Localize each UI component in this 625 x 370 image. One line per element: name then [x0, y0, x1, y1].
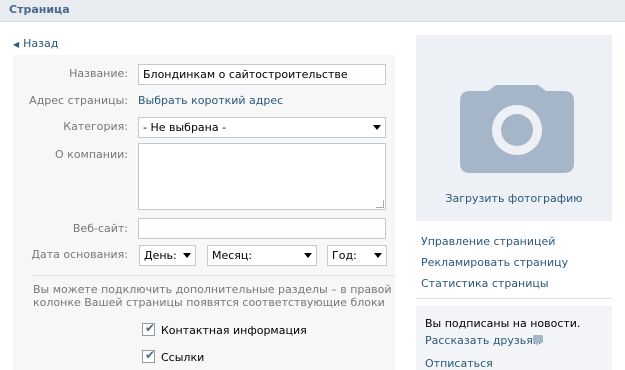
name-input-value: Блондинкам о сайтостроительстве	[143, 68, 348, 81]
month-select-value: Месяц:	[212, 249, 253, 262]
founded-label: Дата основания:	[31, 248, 128, 261]
website-input[interactable]	[138, 218, 386, 239]
photo-placeholder[interactable]: Загрузить фотографию	[416, 35, 612, 221]
contact-info-label[interactable]: Контактная информация	[161, 324, 307, 337]
choose-address-link[interactable]: Выбрать короткий адрес	[138, 94, 283, 107]
category-select-value: - Не выбрана -	[143, 121, 227, 134]
page-title: Страница	[9, 3, 70, 16]
links-label[interactable]: Ссылки	[161, 351, 204, 364]
subscription-status: Вы подписаны на новости.	[425, 317, 581, 330]
checkmark-icon: ✔	[145, 321, 156, 335]
day-select[interactable]: День:	[139, 245, 196, 266]
contact-info-checkbox[interactable]: ✔	[142, 321, 156, 336]
day-select-value: День:	[144, 249, 177, 262]
year-select[interactable]: Год:	[327, 245, 387, 266]
tell-friends-link[interactable]: Рассказать друзьям	[425, 334, 541, 347]
back-link-label: Назад	[23, 37, 59, 50]
links-checkbox[interactable]: ✔	[142, 348, 156, 363]
chevron-down-icon	[374, 253, 382, 258]
sidebar-divider	[416, 298, 612, 299]
sections-hint: Вы можете подключить дополнительные разд…	[33, 283, 392, 309]
about-label: О компании:	[55, 148, 128, 161]
page-form: Название: Блондинкам о сайтостроительств…	[13, 55, 395, 370]
upload-photo-link[interactable]: Загрузить фотографию	[416, 192, 612, 205]
form-divider	[33, 275, 395, 276]
subscription-box: Вы подписаны на новости. Рассказать друз…	[416, 306, 612, 370]
resize-handle-icon[interactable]	[376, 200, 384, 208]
category-label: Категория:	[63, 120, 128, 133]
month-select[interactable]: Месяц:	[207, 245, 317, 266]
back-link[interactable]: ◀ Назад	[13, 37, 58, 50]
manage-page-link[interactable]: Управление страницей	[421, 235, 555, 248]
chevron-down-icon	[373, 125, 381, 130]
unsubscribe-link[interactable]: Отписаться	[425, 357, 493, 370]
checkmark-icon: ✔	[145, 348, 156, 362]
advertise-page-link[interactable]: Рекламировать страницу	[421, 256, 568, 269]
website-label: Веб-сайт:	[72, 222, 128, 235]
address-label: Адрес страницы:	[29, 94, 128, 107]
chevron-down-icon	[304, 253, 312, 258]
back-arrow-icon: ◀	[13, 40, 20, 49]
name-input[interactable]: Блондинкам о сайтостроительстве	[138, 64, 386, 85]
year-select-value: Год:	[332, 249, 357, 262]
category-select[interactable]: - Не выбрана -	[138, 117, 386, 138]
page-stats-link[interactable]: Статистика страницы	[421, 277, 549, 290]
about-textarea[interactable]	[138, 143, 386, 210]
speech-bubble-icon	[533, 335, 543, 346]
name-label: Название:	[69, 67, 128, 80]
page-header: Страница	[0, 0, 625, 22]
camera-icon	[460, 85, 574, 173]
chevron-down-icon	[183, 253, 191, 258]
